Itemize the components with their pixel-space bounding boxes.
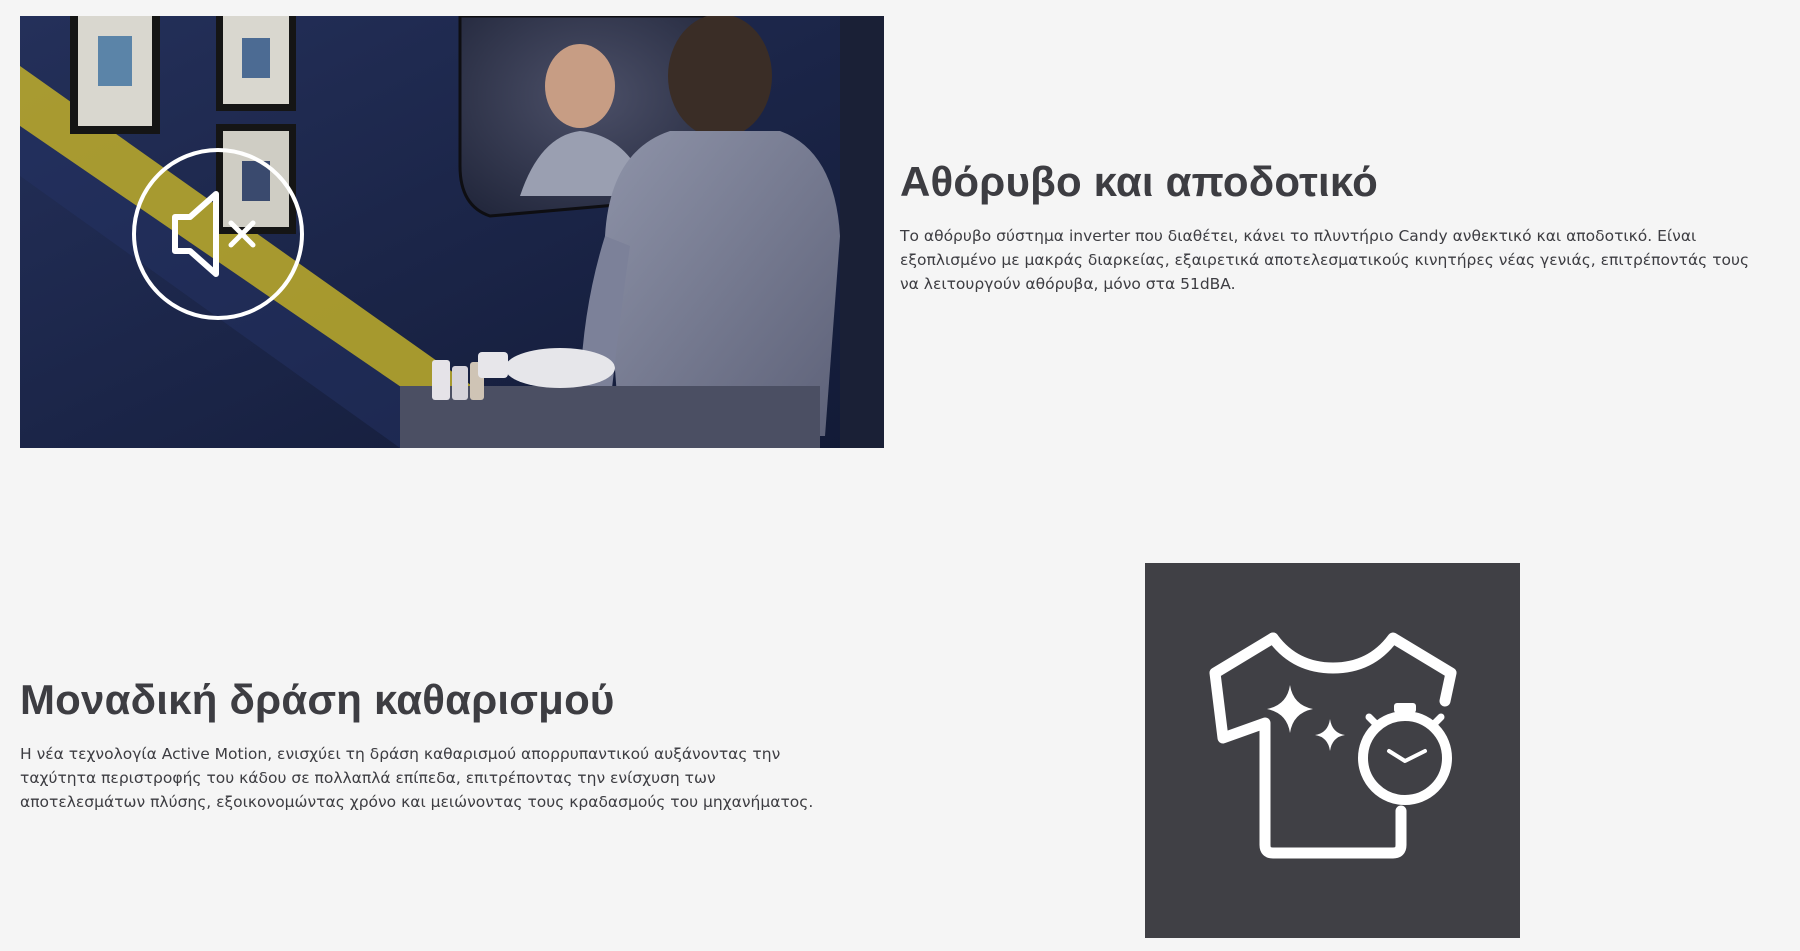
feature-description: Η νέα τεχνολογία Active Motion, ενισχύει… bbox=[20, 745, 814, 812]
clean-shirt-tile bbox=[1145, 563, 1520, 938]
clean-shirt-timer-icon bbox=[1209, 632, 1457, 859]
feature-title: Αθόρυβο και αποδοτικό bbox=[900, 158, 1378, 205]
bathroom-photo bbox=[20, 16, 884, 448]
page: Αθόρυβο και αποδοτικό Το αθόρυβο σύστημα… bbox=[0, 0, 1800, 951]
feature-title: Μοναδική δράση καθαρισμού bbox=[20, 676, 615, 723]
feature-cleaning-action: Μοναδική δράση καθαρισμού Η νέα τεχνολογ… bbox=[20, 676, 820, 814]
feature-quiet-efficient: Αθόρυβο και αποδοτικό Το αθόρυβο σύστημα… bbox=[900, 158, 1760, 296]
mute-speaker-icon bbox=[132, 148, 304, 320]
feature-description: Το αθόρυβο σύστημα inverter που διαθέτει… bbox=[900, 227, 1750, 294]
